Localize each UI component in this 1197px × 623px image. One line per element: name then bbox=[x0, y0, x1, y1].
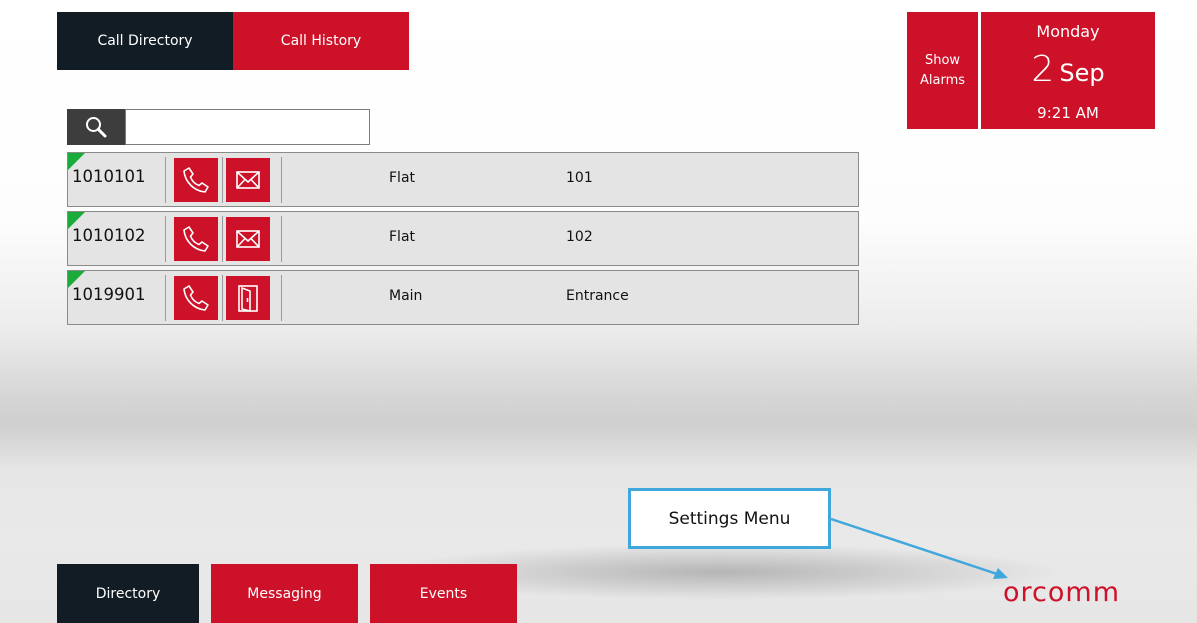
date-time-tile: Monday 2 Sep 9:21 AM bbox=[981, 12, 1155, 129]
row-number: 1019901 bbox=[72, 285, 146, 304]
nav-events[interactable]: Events bbox=[370, 564, 517, 623]
row-unit: 101 bbox=[566, 170, 593, 186]
envelope-icon bbox=[236, 230, 260, 248]
message-button[interactable] bbox=[226, 217, 270, 261]
row-unit: Entrance bbox=[566, 288, 629, 304]
search-input[interactable] bbox=[125, 109, 370, 145]
settings-menu-callout: Settings Menu bbox=[628, 488, 831, 549]
row-unit: 102 bbox=[566, 229, 593, 245]
message-button[interactable] bbox=[226, 158, 270, 202]
envelope-icon bbox=[236, 171, 260, 189]
phone-icon bbox=[183, 285, 209, 311]
logo-text: orcomm bbox=[1003, 577, 1120, 608]
tab-call-directory-label: Call Directory bbox=[97, 33, 193, 49]
time-label: 9:21 AM bbox=[1037, 104, 1099, 122]
row-number: 1010102 bbox=[72, 226, 146, 245]
phone-icon bbox=[183, 226, 209, 252]
call-button[interactable] bbox=[174, 158, 218, 202]
nav-directory-label: Directory bbox=[95, 585, 161, 602]
row-type: Flat bbox=[389, 229, 416, 245]
directory-row[interactable]: 1010102 Flat 102 bbox=[67, 211, 859, 266]
row-type: Flat bbox=[389, 170, 416, 186]
directory-row[interactable]: 1019901 Main Entrance bbox=[67, 270, 859, 325]
tab-call-history[interactable]: Call History bbox=[233, 12, 409, 70]
nav-events-label: Events bbox=[419, 585, 468, 602]
row-number: 1010101 bbox=[72, 167, 146, 186]
call-button[interactable] bbox=[174, 276, 218, 320]
tab-call-history-label: Call History bbox=[280, 33, 362, 49]
nav-messaging[interactable]: Messaging bbox=[211, 564, 358, 623]
callout-label: Settings Menu bbox=[668, 508, 791, 529]
directory-row[interactable]: 1010101 Flat 101 bbox=[67, 152, 859, 207]
date-display: 2 Sep bbox=[981, 49, 1155, 90]
month-label: Sep bbox=[1059, 59, 1105, 87]
nav-directory[interactable]: Directory bbox=[57, 564, 199, 623]
door-icon bbox=[238, 285, 258, 313]
date-number: 2 bbox=[1031, 49, 1055, 90]
door-open-button[interactable] bbox=[226, 276, 270, 320]
phone-icon bbox=[183, 167, 209, 193]
show-alarms-button[interactable]: Show Alarms bbox=[907, 12, 978, 129]
search-icon bbox=[86, 117, 107, 138]
show-alarms-label-line1: Show bbox=[924, 52, 961, 68]
row-type: Main bbox=[389, 288, 423, 304]
show-alarms-label-line2: Alarms bbox=[919, 72, 966, 88]
nav-messaging-label: Messaging bbox=[247, 585, 322, 602]
orcomm-logo-settings-button[interactable]: orcomm bbox=[1003, 578, 1120, 608]
weekday-label: Monday bbox=[1036, 22, 1100, 41]
tab-call-directory[interactable]: Call Directory bbox=[57, 12, 233, 70]
search-button[interactable] bbox=[67, 109, 125, 145]
call-button[interactable] bbox=[174, 217, 218, 261]
